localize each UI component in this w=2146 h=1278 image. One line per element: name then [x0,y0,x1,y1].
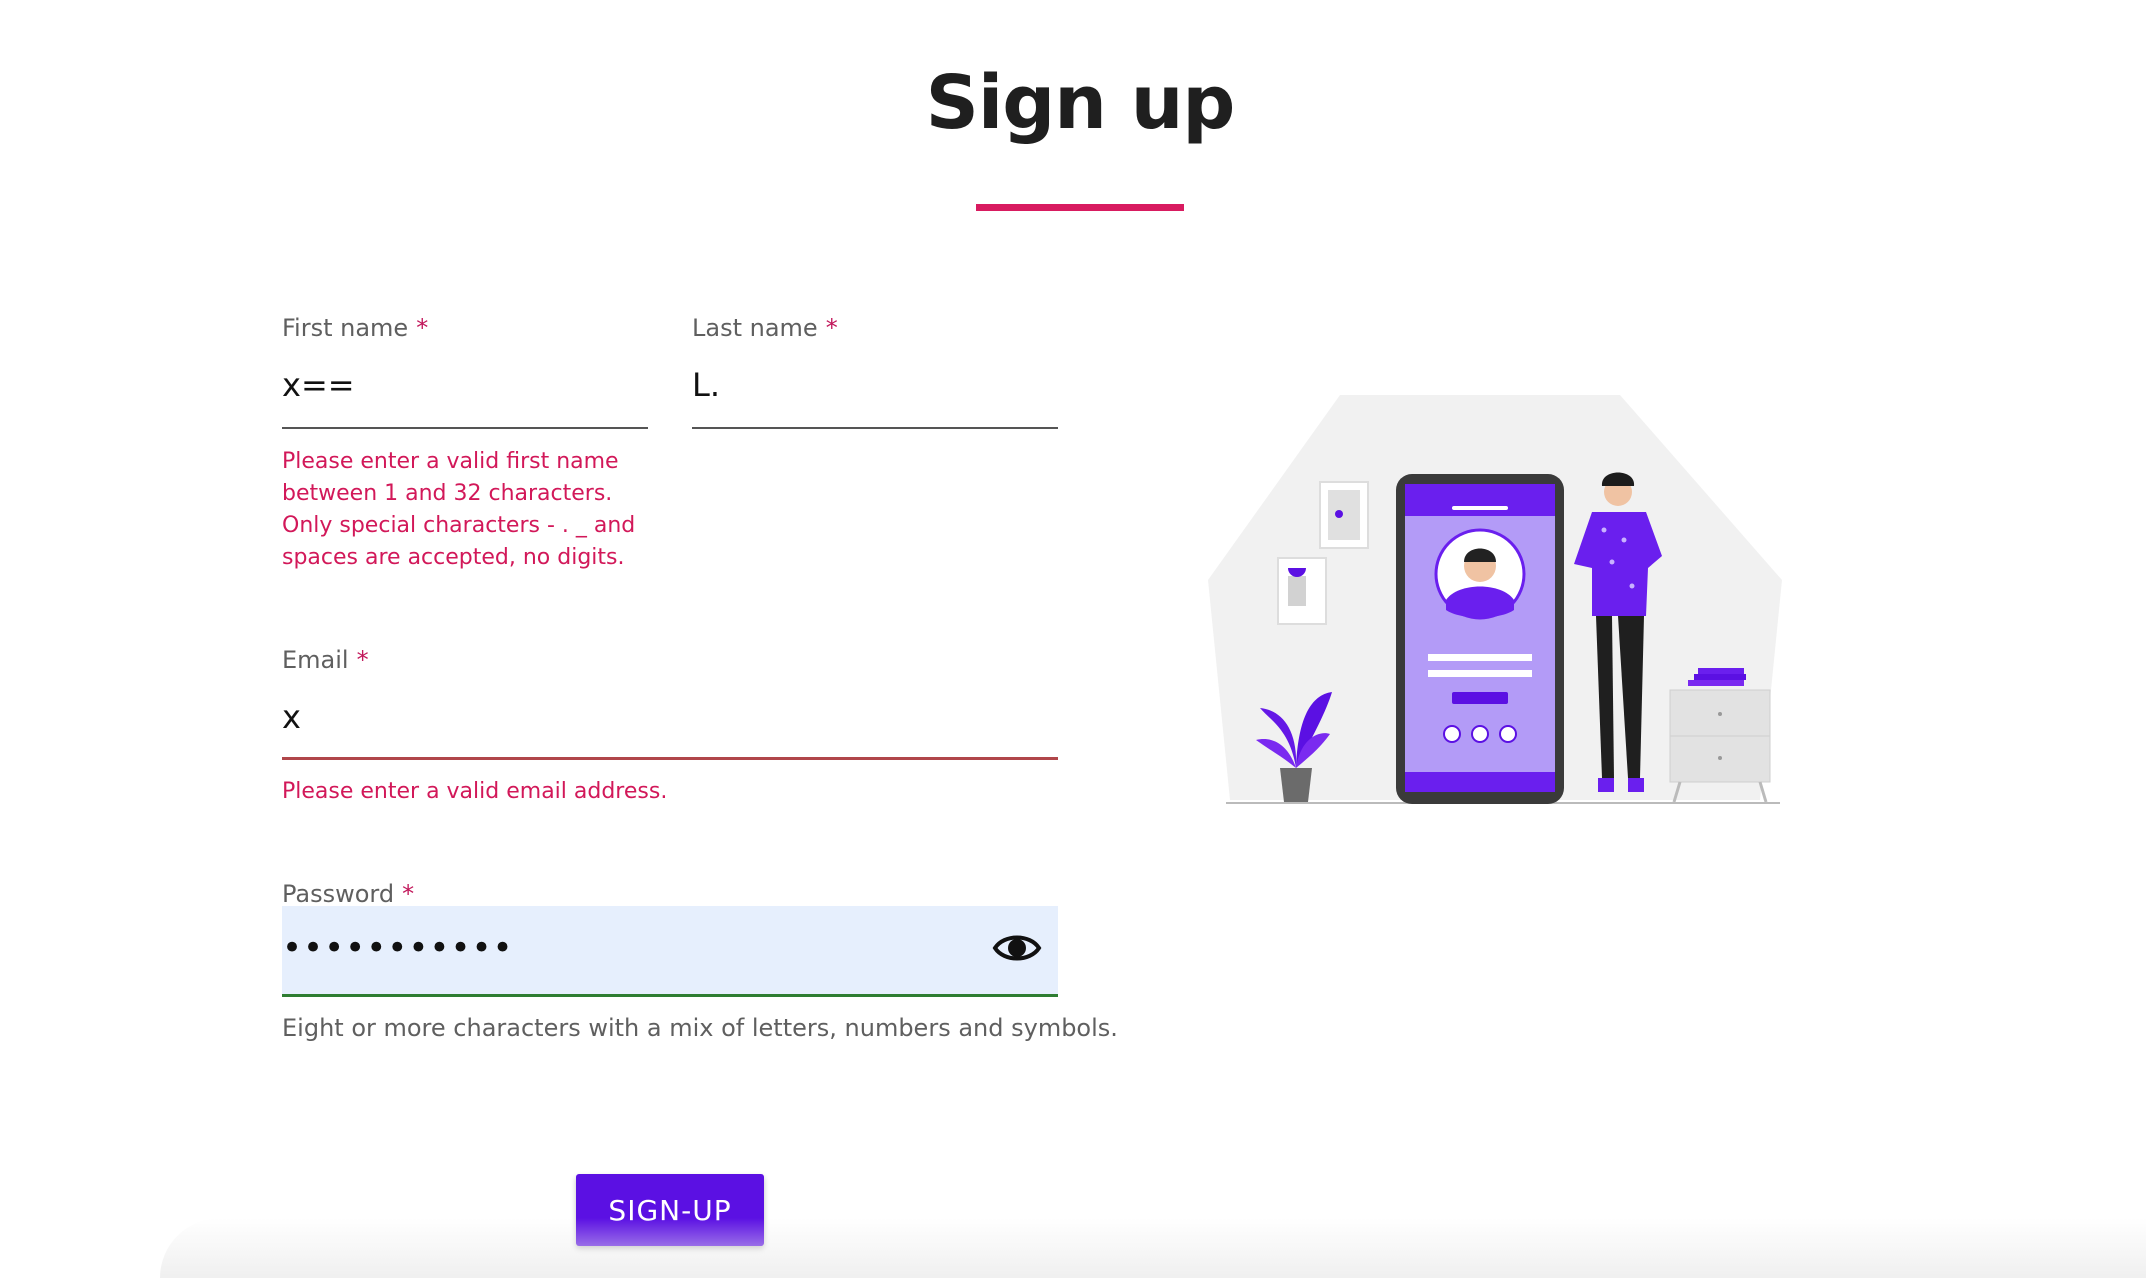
required-marker: * [416,314,429,342]
signup-illustration [1208,395,1782,804]
twitter-icon [1499,725,1517,743]
email-input[interactable]: x [282,698,301,736]
email-label: Email * [282,646,369,674]
required-marker: * [356,646,369,674]
last-name-label-text: Last name [692,314,818,342]
facebook-icon [1443,725,1461,743]
first-name-label: First name * [282,314,428,342]
bottom-shadow [160,1218,2146,1278]
first-name-label-text: First name [282,314,409,342]
page-title: Sign up [925,60,1236,146]
signup-card: Sign up First name * x== Please enter a v… [0,0,2146,1278]
last-name-label: Last name * [692,314,838,342]
password-hint: Eight or more characters with a mix of l… [282,1014,1118,1042]
email-underline-error [282,757,1058,760]
email-label-text: Email [282,646,349,674]
password-label-text: Password [282,880,395,908]
password-label: Password * [282,880,414,908]
password-input[interactable]: ••••••••••• [282,928,514,968]
first-name-error: Please enter a valid first name between … [282,449,636,570]
title-underline [976,204,1184,211]
last-name-input[interactable]: L. [692,366,720,404]
required-marker: * [825,314,838,342]
last-name-underline [692,427,1058,429]
instagram-icon [1471,725,1489,743]
eye-icon[interactable] [992,928,1042,968]
first-name-input[interactable]: x== [282,366,355,404]
required-marker: * [402,880,415,908]
email-error: Please enter a valid email address. [282,779,668,804]
first-name-underline [282,427,648,429]
password-underline-valid [282,994,1058,997]
